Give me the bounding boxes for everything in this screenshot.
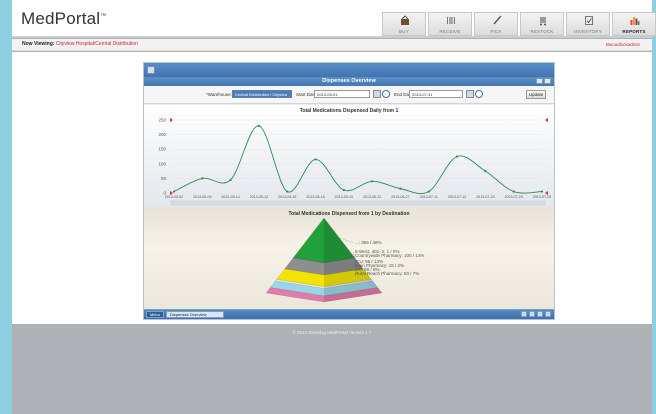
data-point — [455, 155, 459, 158]
destination-chart: Total Medications Dispensed from 1 by De… — [144, 207, 554, 309]
x-tick-label: 2013-05-15 — [278, 195, 296, 199]
y-tick-label: 100 — [158, 161, 166, 166]
x-tick-label: 2013-05-12 — [250, 195, 268, 199]
data-point — [229, 178, 232, 181]
report-desktop: Dispenses Overview *Warehouse: Central D… — [143, 62, 555, 320]
now-viewing: Now Viewing: Cityview Hospital/Central D… — [22, 41, 138, 47]
data-point — [342, 188, 345, 192]
data-point — [201, 177, 204, 180]
series-line — [173, 125, 543, 195]
data-point — [484, 170, 487, 173]
data-point — [427, 190, 430, 193]
filter-bar: *Warehouse: Central Distribution / Cityv… — [144, 86, 554, 104]
start-date-input[interactable]: 2013-05-01 — [314, 90, 370, 98]
y-tick-label: 200 — [158, 132, 166, 137]
pyramid-slice-shade — [324, 218, 355, 263]
tray-icon[interactable] — [537, 311, 543, 317]
x-tick-label: 2013-07-24 — [504, 195, 522, 199]
data-point — [540, 190, 544, 193]
calendar-icon[interactable] — [373, 90, 381, 98]
update-button[interactable]: Update — [526, 90, 546, 99]
main-content: Dispenses Overview *Warehouse: Central D… — [12, 52, 652, 324]
task-dispenses-overview[interactable]: Dispenses Overview — [166, 311, 224, 318]
y-tick-label: 250 — [158, 118, 166, 123]
main-nav: BUY RECEIVE PICK RESTOCK INVENTORY REPOR… — [382, 12, 656, 36]
x-tick-label: 2013-05-02 — [165, 195, 183, 199]
location-link[interactable]: Cityview Hospital/Central Distribution — [56, 41, 138, 47]
nav-buy[interactable]: BUY — [382, 12, 426, 36]
cart-icon — [540, 17, 546, 26]
x-tick-label: 2013-07-12 — [448, 195, 466, 199]
basket-icon — [401, 15, 409, 25]
app-header: MedPortal™ BUY RECEIVE PICK RESTOCK INVE… — [12, 0, 656, 38]
data-point — [286, 190, 289, 193]
pen-icon — [493, 15, 502, 25]
x-tick-label: 2013-05-18 — [306, 195, 324, 199]
close-icon[interactable] — [544, 78, 551, 84]
y-tick-label: 50 — [161, 176, 167, 181]
page-footer: © 2013 Swisslog MedPortal Version 1.7 — [12, 324, 652, 414]
data-point — [172, 190, 176, 193]
end-date-input[interactable]: 2013-07-31 — [409, 90, 463, 98]
window-controls — [535, 78, 551, 84]
pyramid-chart-svg: ...: 365 / 48%6-West, 401, 2: 1 / 0%Coun… — [265, 217, 424, 303]
x-tick-label: 2013-06-27 — [391, 195, 409, 199]
x-tick-label: 2013-05-19 — [335, 195, 353, 199]
tray-icon[interactable] — [545, 311, 551, 317]
left-frame — [0, 0, 12, 414]
clipboard-icon — [585, 16, 593, 25]
nav-pick[interactable]: PICK — [474, 12, 518, 36]
slice-label: ...: 365 / 48% — [355, 240, 382, 245]
app-logo[interactable]: MedPortal™ — [21, 9, 106, 29]
system-tray — [519, 311, 551, 317]
x-tick-label: 2013-07-25 — [533, 195, 551, 199]
desktop-icon[interactable] — [147, 66, 155, 74]
line-chart-svg: 0501001502002502013-05-02 2013-05-09 2013-… — [158, 118, 551, 206]
range-scrollbar — [170, 200, 546, 206]
warehouse-select[interactable]: Central Distribution / Cityview I… — [232, 90, 292, 102]
tray-icon[interactable] — [521, 311, 527, 317]
bar-chart-icon — [630, 17, 640, 25]
x-tick-label: 2013-06-22 — [363, 195, 381, 199]
menu-button[interactable]: Menu — [146, 311, 165, 318]
x-tick-label: 2013-07-11 — [420, 195, 438, 199]
nav-reports[interactable]: REPORTS — [612, 12, 656, 36]
data-point — [257, 124, 261, 127]
minimize-icon[interactable] — [536, 78, 543, 84]
nav-inventory[interactable]: INVENTORY — [566, 12, 610, 36]
clock-icon[interactable] — [382, 90, 390, 98]
data-point — [371, 180, 374, 183]
tray-icon[interactable] — [529, 311, 535, 317]
data-point — [512, 190, 515, 193]
x-tick-label: 2013-05-09 — [193, 195, 211, 199]
desktop-header — [144, 63, 554, 77]
context-bar: Now Viewing: Cityview Hospital/Central D… — [12, 39, 652, 51]
data-point — [314, 158, 317, 161]
axis-marker-icon — [170, 118, 173, 122]
data-point — [399, 187, 402, 190]
axis-marker-icon — [545, 118, 548, 122]
warehouse-label: *Warehouse: — [206, 92, 232, 97]
y-tick-label: 150 — [158, 147, 166, 152]
slice-label: Countrywide Pharmacy: 100 / 14% — [355, 253, 424, 258]
x-tick-label: 2013-07-23 — [476, 195, 494, 199]
calendar-icon[interactable] — [466, 90, 474, 98]
nav-receive[interactable]: RECEIVE — [428, 12, 472, 36]
barcode-icon — [447, 17, 455, 24]
right-frame — [652, 0, 656, 414]
x-tick-label: 2013-05-14 — [221, 195, 239, 199]
window-title: Dispenses Overview — [322, 78, 376, 84]
nav-restock[interactable]: RESTOCK — [520, 12, 564, 36]
window-titlebar[interactable]: Dispenses Overview — [144, 77, 554, 86]
daily-dispenses-chart: Total Medications Dispensed Daily from 1… — [144, 105, 554, 207]
slice-label: Rural Reach Pharmacy: 50 / 7% — [355, 271, 419, 276]
copyright-text: © 2013 Swisslog MedPortal Version 1.7 — [292, 330, 372, 335]
user-name[interactable]: Bwoodlockadmin — [606, 42, 640, 47]
taskbar: Menu Dispenses Overview — [144, 309, 554, 319]
clock-icon[interactable] — [475, 90, 483, 98]
